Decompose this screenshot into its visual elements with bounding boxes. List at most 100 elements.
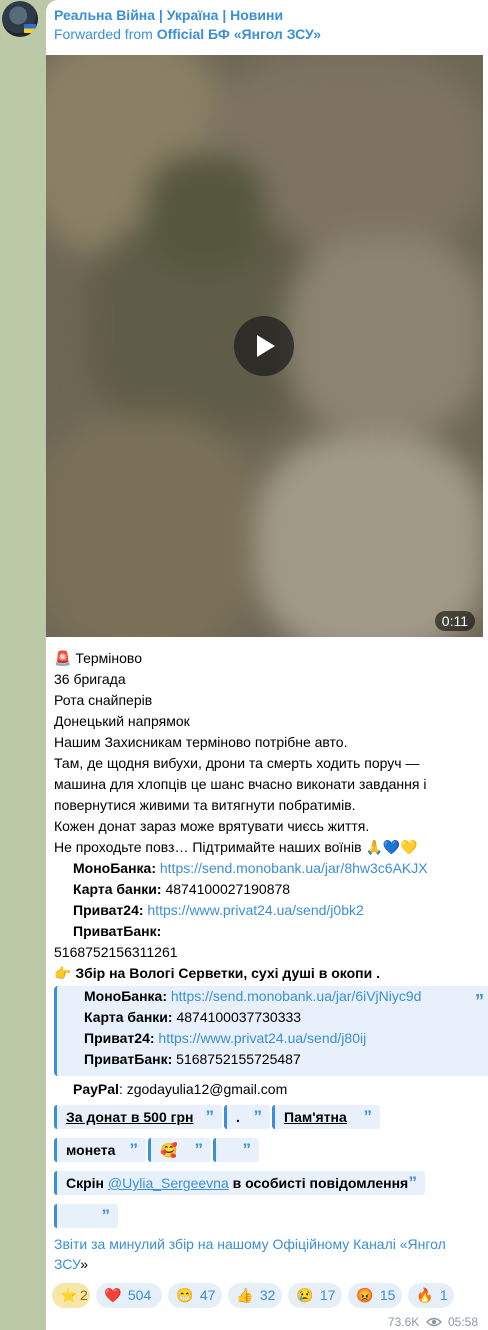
quote-privat24-label: Приват24: (84, 1030, 155, 1046)
play-button[interactable] (234, 316, 294, 376)
text-line-donate: Кожен донат зараз може врятувати чиєсь ж… (54, 818, 370, 834)
quote-icon: ” (129, 1140, 139, 1159)
quote-chip-emoji: 🥰” (148, 1138, 211, 1162)
pray-heart-icons: 🙏💙💛 (365, 839, 418, 855)
reports-text: Звіти за минулий збір на нашому Офіційно… (54, 1234, 474, 1274)
card-label: Карта банки: (73, 881, 162, 897)
message-header: Реальна Війна | Україна | Новини Forward… (54, 6, 480, 44)
quote-mono-link[interactable]: https://send.monobank.ua/jar/6iVjNiyc9d (171, 988, 422, 1004)
quote-privatbank-number: 5168752155725487 (176, 1051, 301, 1067)
urgent-label: Терміново (75, 650, 142, 666)
text-line-story2: машина для хлопців це шанс вчасно викона… (54, 776, 427, 792)
thumbs-up-icon: 👍 (236, 1287, 254, 1303)
coin-text: монета (66, 1142, 116, 1158)
mono-link[interactable]: https://send.monobank.ua/jar/8hw3c6AKJX (160, 860, 428, 876)
quote-card-row: Карта банки: 4874100037730333 (84, 1007, 488, 1028)
text-line-story3: повернутися живими та витягнути побратим… (54, 797, 356, 813)
fire-icon: 🔥 (416, 1287, 434, 1303)
play-icon (257, 335, 275, 357)
privatbank-number: 5168752156311261 (54, 944, 178, 960)
quote-card-label: Карта банки: (84, 1009, 173, 1025)
heart-icon: ❤️ (104, 1287, 122, 1303)
reaction-count: 504 (127, 1287, 152, 1303)
reaction-count: 47 (199, 1287, 216, 1303)
reaction-cry[interactable]: 😢 17 (288, 1283, 342, 1308)
donate-500-link[interactable]: За донат в 500 грн (66, 1109, 193, 1125)
channel-name[interactable]: Реальна Війна | Україна | Новини (54, 6, 480, 24)
quote-chip-memorial: Пам'ятна ” (272, 1105, 380, 1129)
memorial-link[interactable]: Пам'ятна (284, 1109, 347, 1125)
collection-title-row: 👉 Збір на Вологі Серветки, сухі душі в о… (54, 963, 478, 984)
smiling-hearts-icon: 🥰 (160, 1142, 178, 1158)
mono-label: МоноБанка: (73, 860, 156, 876)
reaction-count: 32 (259, 1287, 276, 1303)
quote-icon: ” (363, 1107, 373, 1126)
text-line-support: Не проходьте повз… Підтримайте наших вої… (54, 837, 478, 858)
video-preview[interactable]: 0:11 (46, 55, 483, 637)
screen-suffix: в особисті повідомлення (232, 1175, 409, 1191)
message-time: 05:58 (447, 1314, 478, 1329)
quote-icon: ” (475, 991, 484, 1011)
paypal-row: PayPal: zgodayulia12@gmail.com (73, 1079, 287, 1100)
cry-icon: 😢 (296, 1287, 314, 1303)
quote-privatbank-row: ПриватБанк: 5168752155725487 (84, 1049, 488, 1070)
reports-tail: » (80, 1256, 89, 1272)
quote-mono-label: МоноБанка: (84, 988, 167, 1004)
paypal-label: PayPal (73, 1081, 119, 1097)
dot-text: . (236, 1109, 240, 1125)
paypal-value: : zgodayulia12@gmail.com (118, 1081, 288, 1097)
flag-icon (24, 24, 36, 33)
reaction-grin[interactable]: 😁 47 (168, 1283, 222, 1308)
quote-card-number: 4874100037730333 (176, 1009, 302, 1025)
grin-icon: 😁 (176, 1287, 194, 1303)
quote-icon: ” (101, 1206, 111, 1225)
quote-icon: ” (253, 1107, 263, 1126)
reaction-angry[interactable]: 😡 15 (348, 1283, 402, 1308)
reaction-count: 2 (80, 1287, 88, 1303)
quote-chip-coin: монета ” (54, 1138, 146, 1162)
star-icon: ⭐ (60, 1287, 78, 1303)
quote-privat24-link[interactable]: https://www.privat24.ua/send/j80ij (158, 1030, 366, 1046)
quote-privatbank-label: ПриватБанк: (84, 1051, 173, 1067)
message-text: 🚨 Терміново 36 бригада Рота снайперів До… (54, 648, 478, 984)
text-line-story1: Там, де щодня вибухи, дрони та смерть хо… (54, 755, 420, 771)
channel-avatar[interactable] (2, 1, 38, 37)
reaction-count: 17 (319, 1287, 336, 1303)
eye-icon (425, 1317, 442, 1327)
collection-title: Збір на Вологі Серветки, сухі душі в око… (75, 965, 380, 981)
quote-icon: ” (242, 1140, 252, 1159)
reaction-thumbs-up[interactable]: 👍 32 (228, 1283, 282, 1308)
user-mention-link[interactable]: @Uylia_Sergeevna (108, 1175, 229, 1191)
card-row-1: Карта банки: 4874100027190878 (54, 879, 478, 900)
video-duration: 0:11 (434, 611, 475, 631)
quote-icon: ” (408, 1173, 418, 1192)
quote-chip-empty-2: ” (54, 1204, 118, 1228)
card-number: 4874100027190878 (165, 881, 291, 897)
privat24-label: Приват24: (73, 902, 144, 918)
reaction-heart[interactable]: ❤️ 504 (96, 1283, 162, 1308)
reaction-count: 1 (439, 1287, 448, 1303)
reaction-star[interactable]: ⭐ 2 (52, 1283, 90, 1308)
privat24-link[interactable]: https://www.privat24.ua/send/j0bk2 (147, 902, 363, 918)
forwarded-from[interactable]: Forwarded from Official БФ «Янгол ЗСУ» (54, 24, 480, 44)
reports-link[interactable]: Звіти за минулий збір на нашому Офіційно… (54, 1236, 446, 1272)
privatbank-label: ПриватБанк: (73, 923, 162, 939)
support-text: Не проходьте повз… Підтримайте наших вої… (54, 839, 362, 855)
siren-icon: 🚨 (54, 650, 72, 666)
angry-icon: 😡 (356, 1287, 374, 1303)
message-bubble: Реальна Війна | Україна | Новини Forward… (46, 0, 488, 1330)
quote-block: ” МоноБанка: https://send.monobank.ua/ja… (54, 986, 488, 1076)
message-meta: 73.6K 05:58 (388, 1314, 478, 1329)
reaction-count: 15 (379, 1287, 396, 1303)
quote-icon: ” (205, 1107, 215, 1126)
text-line-unit: Рота снайперів (54, 692, 153, 708)
quote-mono-row: МоноБанка: https://send.monobank.ua/jar/… (84, 986, 488, 1007)
screen-prefix: Скрін (66, 1175, 105, 1191)
views-count: 73.6K (387, 1314, 420, 1329)
forwarded-source[interactable]: Official БФ «Янгол ЗСУ» (157, 26, 321, 42)
quote-privat24-row: Приват24: https://www.privat24.ua/send/j… (84, 1028, 488, 1049)
pointing-hand-icon: 👉 (54, 965, 72, 981)
reaction-fire[interactable]: 🔥 1 (408, 1283, 454, 1308)
quote-icon: ” (194, 1140, 204, 1159)
text-line-direction: Донецький напрямок (54, 713, 190, 729)
